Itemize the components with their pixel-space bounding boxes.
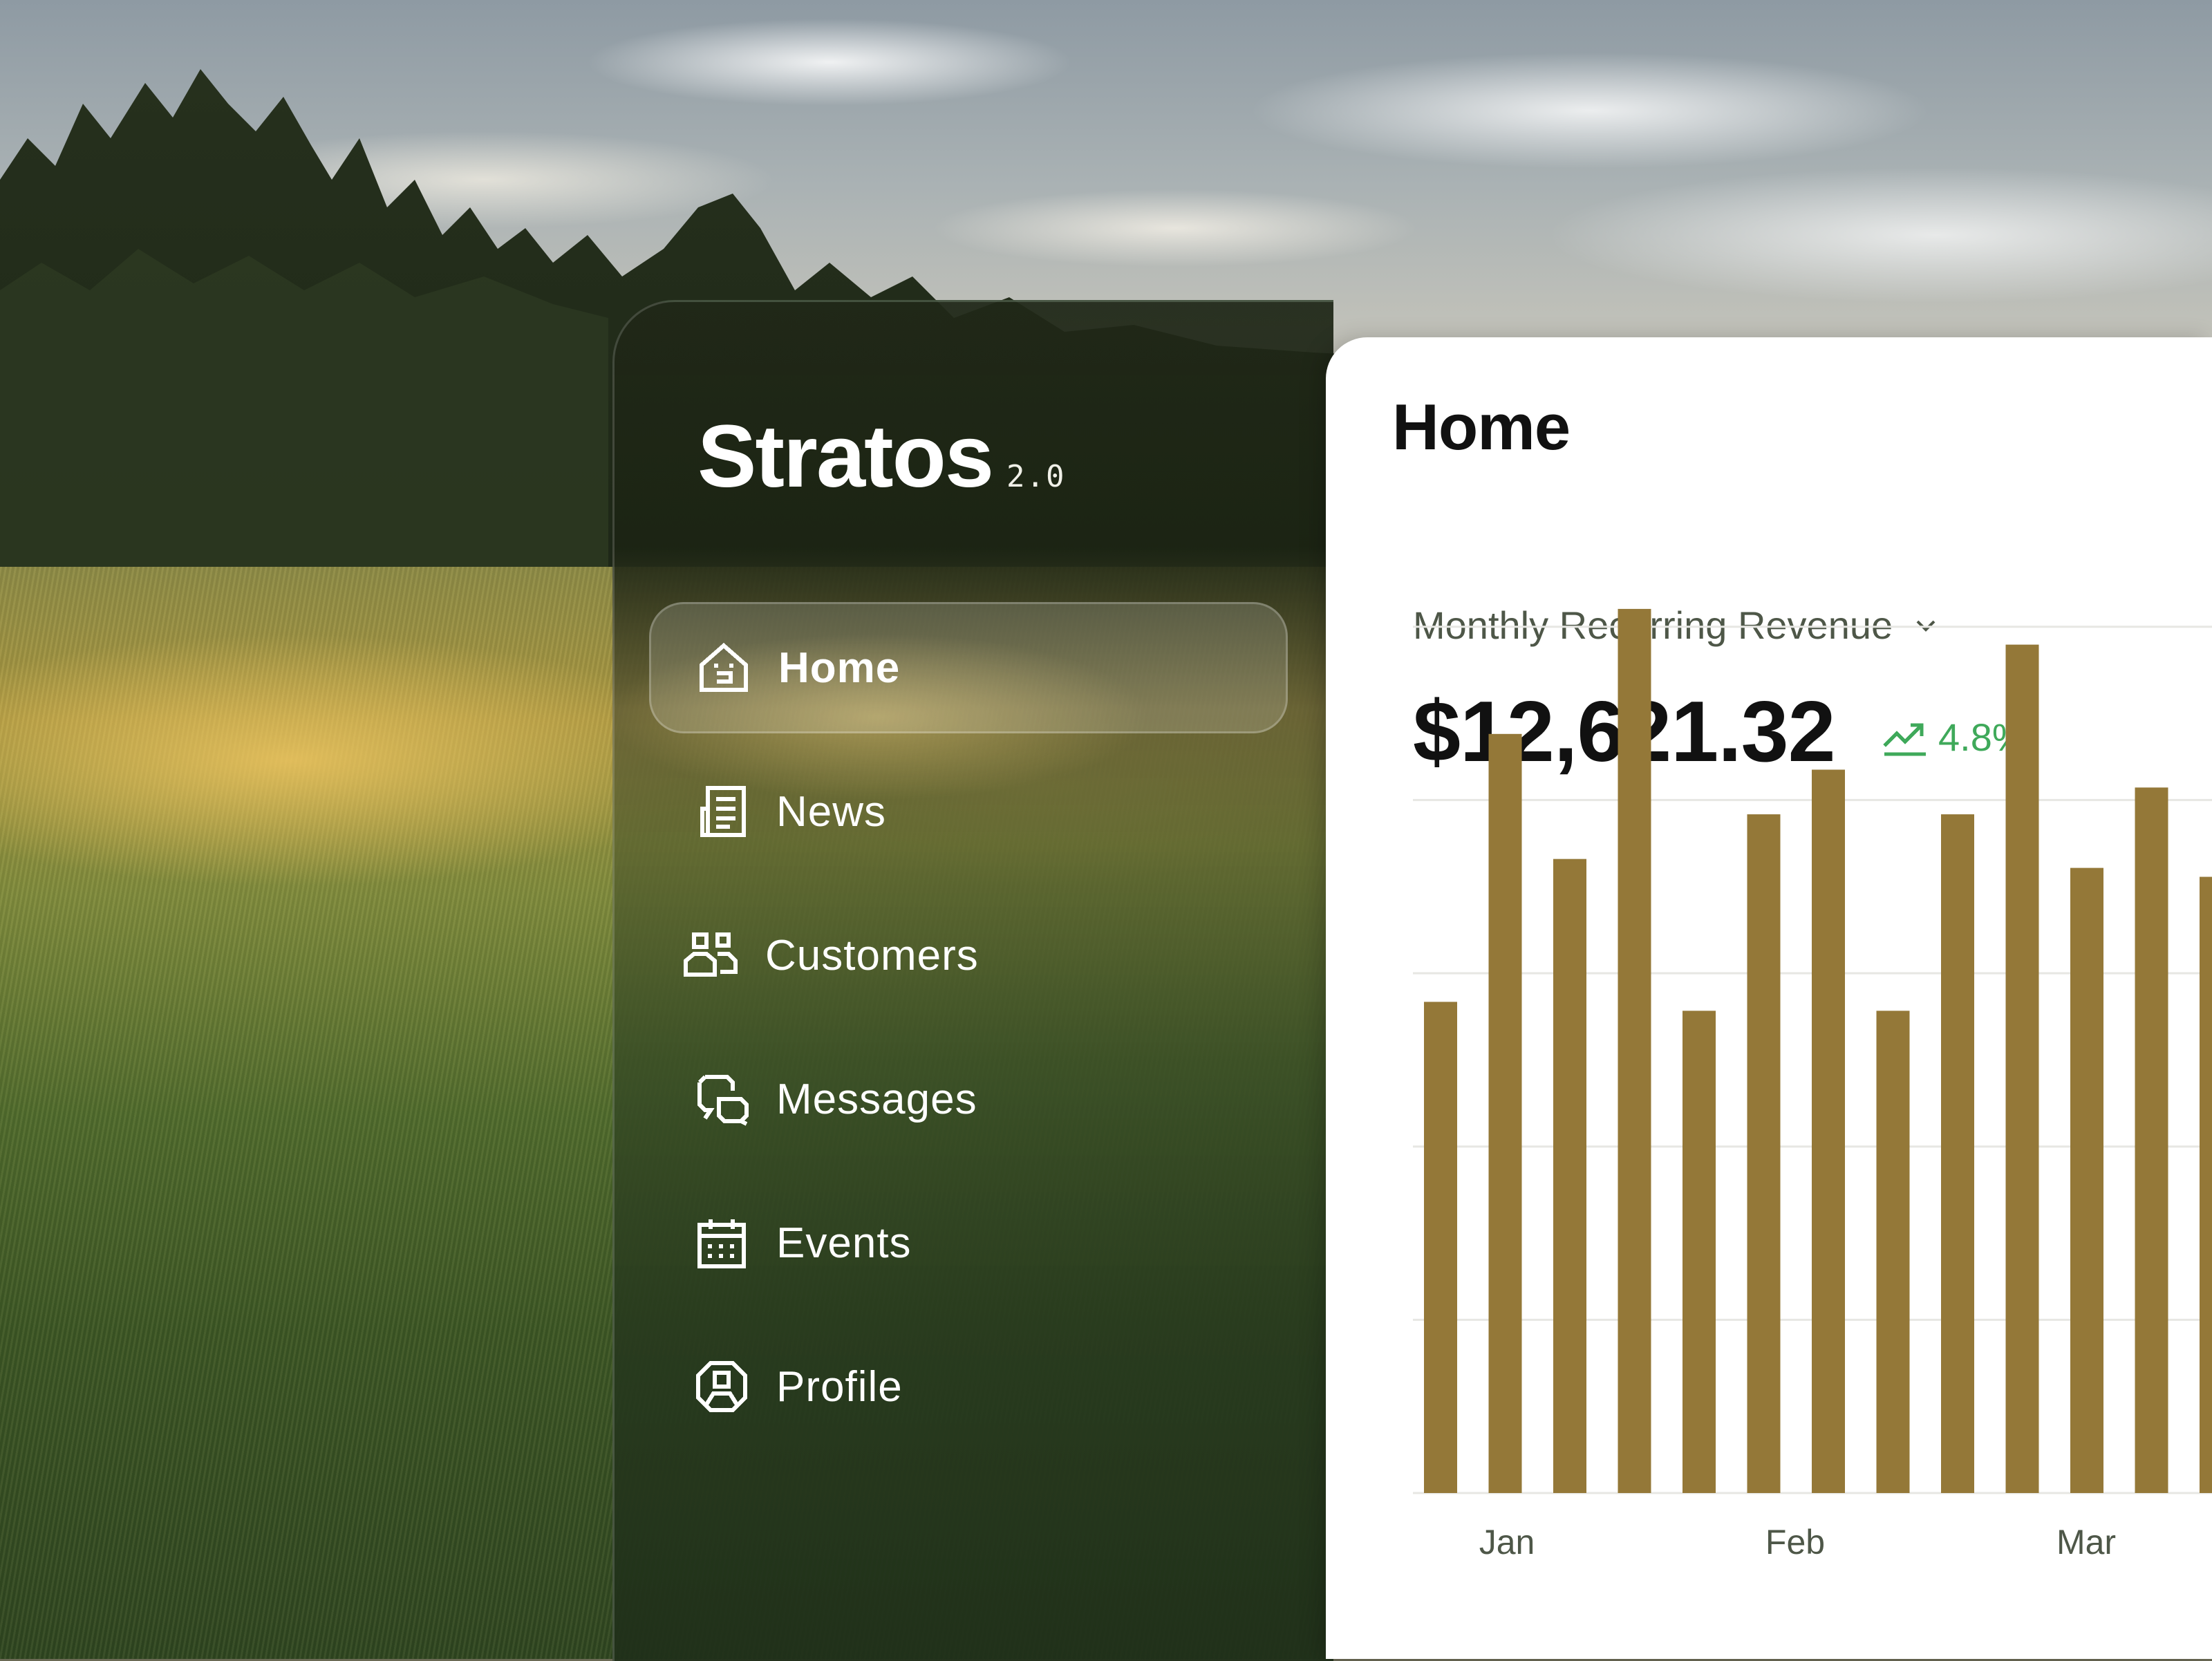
- sidebar-item-customers[interactable]: Customers: [649, 890, 1288, 1021]
- sidebar-item-news[interactable]: News: [649, 746, 1288, 877]
- chart-bar[interactable]: [1876, 1011, 1910, 1493]
- main-content: Home Monthly Recurring Revenue $12,621.3…: [1326, 337, 2212, 1659]
- sidebar-item-label: Home: [778, 644, 901, 692]
- sidebar-item-events[interactable]: Events: [649, 1177, 1288, 1308]
- chart-bar[interactable]: [1618, 608, 1651, 1493]
- sidebar-item-label: Customers: [765, 931, 979, 979]
- revenue-bar-chart: Jan Feb Mar: [1413, 608, 2212, 1561]
- chart-bar[interactable]: [1812, 769, 1845, 1493]
- chart-bar[interactable]: [1553, 858, 1586, 1493]
- chart-bar[interactable]: [2070, 867, 2103, 1493]
- chat-bubbles-icon: [692, 1069, 751, 1129]
- chart-bar[interactable]: [2200, 876, 2212, 1493]
- chart-bar[interactable]: [1424, 1002, 1457, 1493]
- chart-bar[interactable]: [1941, 814, 1974, 1493]
- chart-bar[interactable]: [2005, 644, 2039, 1493]
- sidebar-item-label: News: [776, 787, 887, 836]
- chart-bar[interactable]: [1683, 1011, 1716, 1493]
- users-icon: [681, 926, 740, 985]
- newspaper-icon: [692, 782, 751, 841]
- chart-bar[interactable]: [1488, 733, 1522, 1493]
- sidebar-item-home[interactable]: Home: [649, 602, 1288, 733]
- sidebar-item-label: Events: [776, 1219, 912, 1267]
- chart-bar[interactable]: [2135, 787, 2168, 1493]
- sidebar-item-profile[interactable]: Profile: [649, 1321, 1288, 1452]
- chart-bar[interactable]: [1747, 814, 1781, 1493]
- app-version: 2.0: [1006, 459, 1066, 494]
- calendar-icon: [692, 1213, 751, 1273]
- sidebar-panel: Stratos 2.0 Home News Customers Messages…: [612, 300, 1333, 1661]
- sidebar-item-label: Messages: [776, 1075, 977, 1123]
- sidebar-nav: Home News Customers Messages Events Prof…: [649, 602, 1288, 1465]
- sidebar-item-messages[interactable]: Messages: [649, 1033, 1288, 1165]
- chart-x-tick-label: Jan: [1479, 1523, 1535, 1561]
- sidebar-item-label: Profile: [776, 1362, 903, 1411]
- app-name: Stratos: [697, 407, 994, 506]
- chart-x-tick-label: Mar: [2056, 1523, 2116, 1561]
- home-icon: [694, 638, 753, 697]
- brand: Stratos 2.0: [697, 406, 1065, 507]
- user-circle-icon: [692, 1357, 751, 1416]
- chart-x-tick-label: Feb: [1765, 1523, 1825, 1561]
